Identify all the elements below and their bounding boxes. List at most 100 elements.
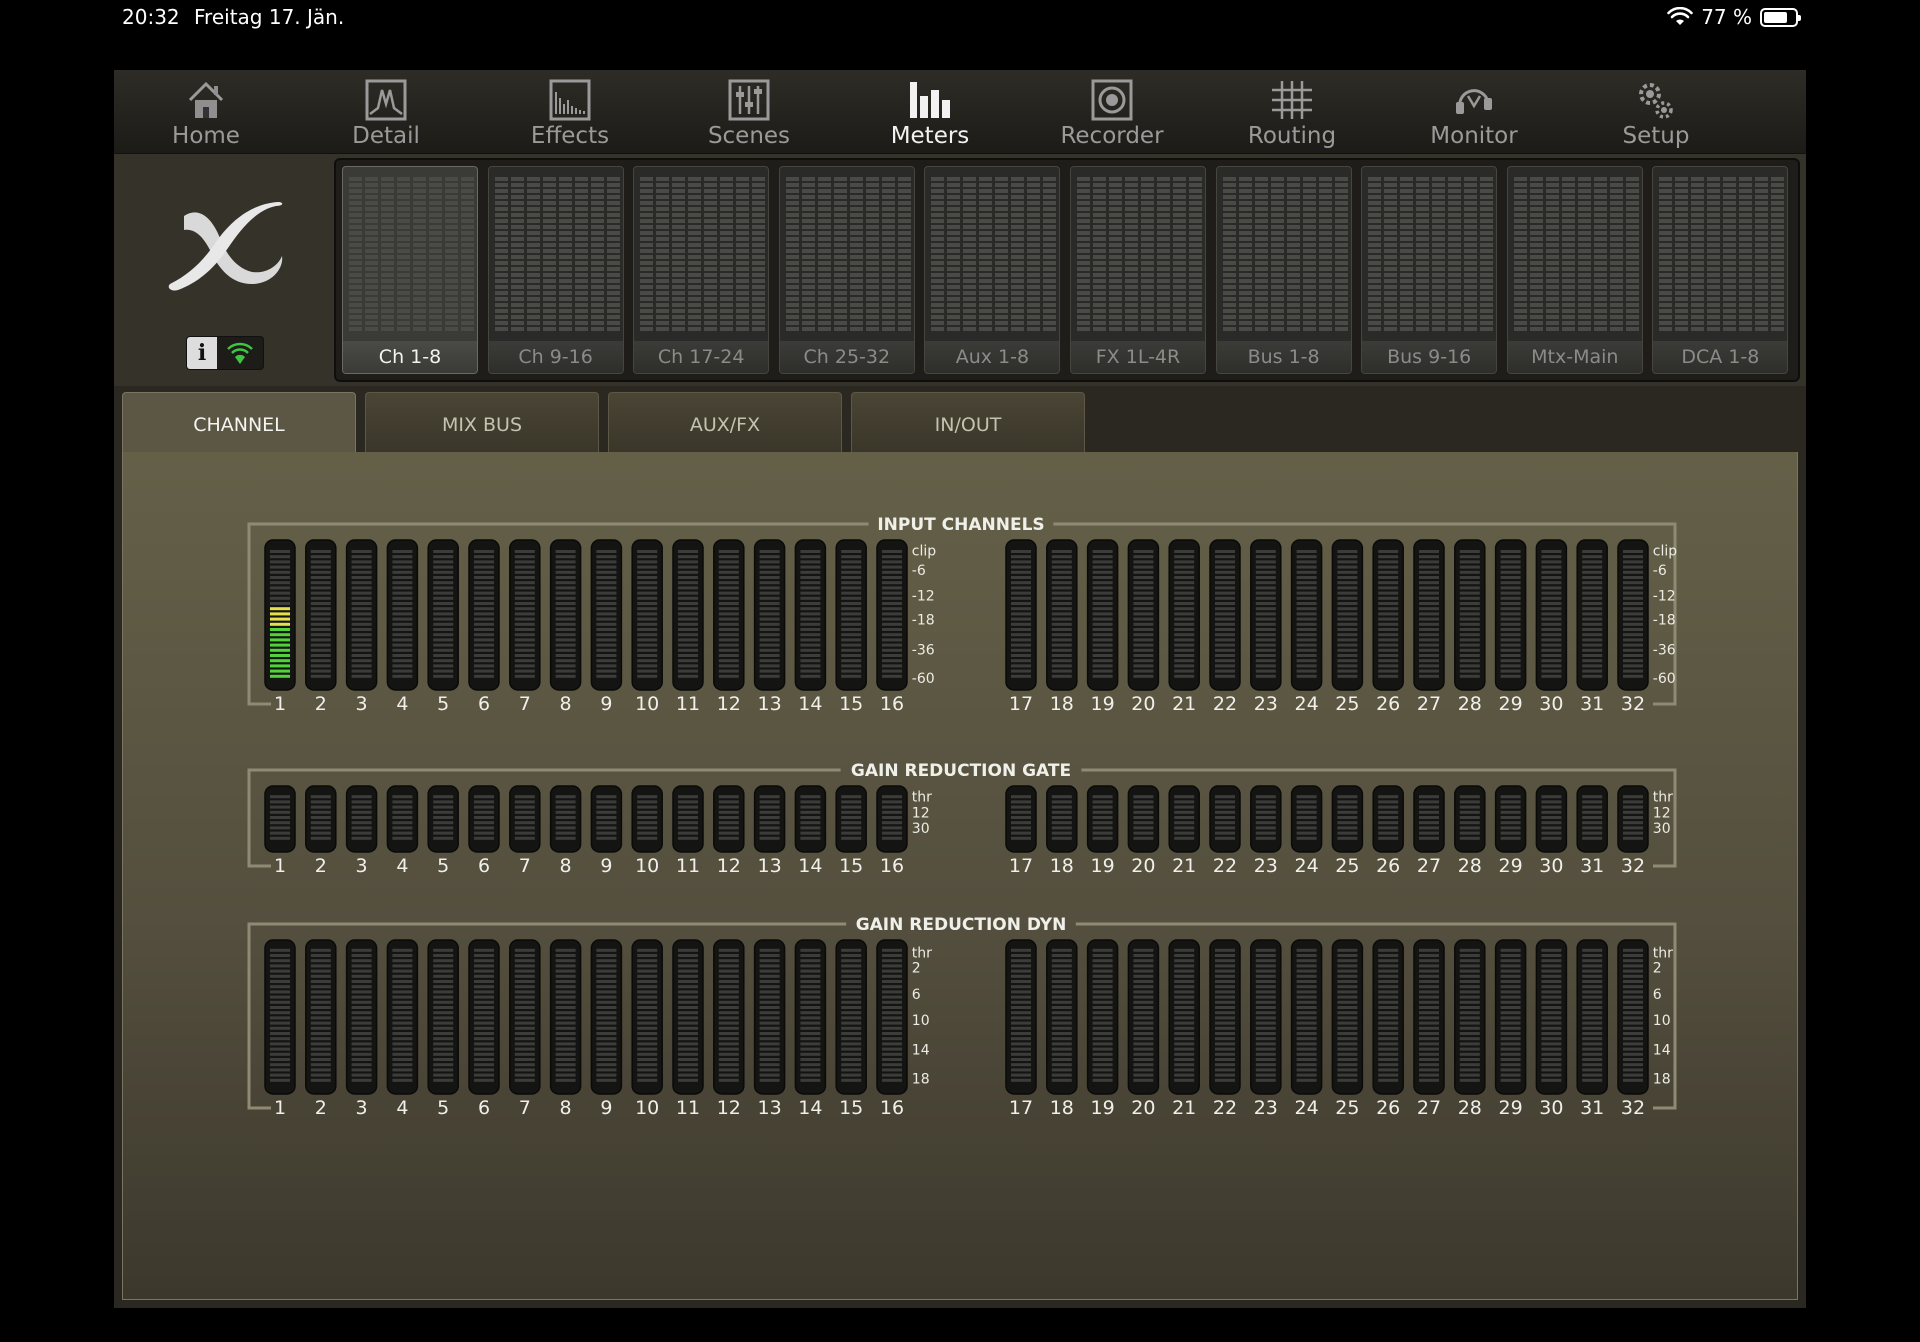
scale-label: thr [1653, 945, 1673, 961]
bank-ch-9-16[interactable]: Ch 9-16 [487, 166, 624, 374]
channel-number: 27 [1417, 693, 1441, 715]
channel-number: 21 [1172, 1097, 1196, 1119]
meter-ch-15 [835, 785, 867, 853]
meter-ch-1 [264, 539, 296, 691]
channel-number: 21 [1172, 693, 1196, 715]
meter-ch-21 [1168, 939, 1200, 1095]
channel-number: 11 [676, 693, 700, 715]
wifi-connection-icon [217, 337, 263, 369]
channel-number: 5 [437, 855, 449, 877]
recorder-icon [1091, 79, 1133, 121]
channel-number: 6 [478, 1097, 490, 1119]
bank-mini-meters [640, 177, 766, 331]
tab-channel[interactable]: CHANNEL [122, 392, 356, 454]
status-time: 20:32 [122, 5, 180, 29]
channel-number: 1 [274, 1097, 286, 1119]
nav-monitor[interactable]: Monitor [1404, 70, 1544, 154]
bank-label: DCA 1-8 [1653, 341, 1788, 373]
meter-ch-9 [590, 785, 623, 853]
meter-ch-13 [753, 939, 786, 1095]
nav-recorder[interactable]: Recorder [1042, 70, 1182, 154]
tab-aux-fx[interactable]: AUX/FX [608, 392, 842, 452]
channel-number: 4 [396, 855, 408, 877]
scale-label: 10 [912, 1013, 930, 1029]
bank-mini-meters [1077, 177, 1202, 331]
bank-mini-meters [349, 177, 474, 331]
channel-number: 32 [1621, 693, 1645, 715]
nav-scenes[interactable]: Scenes [679, 70, 819, 154]
battery-icon [1760, 7, 1801, 27]
channel-number: 13 [758, 855, 782, 877]
channel-number: 16 [880, 1097, 904, 1119]
meter-ch-31 [1576, 785, 1608, 853]
channel-number: 13 [758, 693, 782, 715]
bank-dca-1-8[interactable]: DCA 1-8 [1652, 166, 1789, 374]
setup-icon [1639, 83, 1673, 119]
meter-ch-32 [1617, 939, 1649, 1095]
scale-label: 2 [1653, 961, 1662, 977]
bank-aux-1-8[interactable]: Aux 1-8 [924, 166, 1061, 374]
bank-ch-17-24[interactable]: Ch 17-24 [633, 166, 770, 374]
meter-ch-22 [1209, 939, 1241, 1095]
meter-ch-10 [631, 785, 663, 853]
meter-ch-20 [1127, 539, 1160, 691]
meter-ch-27 [1413, 539, 1445, 691]
bank-fx-1l-4r[interactable]: FX 1L-4R [1070, 166, 1206, 374]
detail-icon [365, 79, 407, 121]
meter-ch-18 [1046, 939, 1078, 1095]
meter-ch-25 [1331, 539, 1364, 691]
nav-label: Setup [1622, 123, 1690, 149]
bank-mini-meters [931, 177, 1057, 331]
channel-number: 14 [798, 693, 822, 715]
meter-ch-3 [345, 785, 378, 853]
channel-number: 22 [1213, 693, 1237, 715]
meter-ch-7 [509, 939, 541, 1095]
bank-bus-1-8[interactable]: Bus 1-8 [1215, 166, 1352, 374]
meter-ch-16 [876, 939, 908, 1095]
bank-ch-1-8[interactable]: Ch 1-8 [342, 166, 478, 374]
scale-label: -6 [1653, 563, 1667, 579]
nav-effects[interactable]: Effects [500, 70, 640, 154]
nav-setup[interactable]: Setup [1586, 70, 1726, 154]
nav-detail[interactable]: Detail [316, 70, 456, 154]
meter-ch-2 [305, 939, 337, 1095]
meter-ch-26 [1372, 539, 1404, 691]
nav-home[interactable]: Home [136, 70, 276, 154]
channel-number: 15 [839, 1097, 863, 1119]
section-title: GAIN REDUCTION GATE [851, 761, 1071, 781]
channel-number: 4 [396, 1097, 408, 1119]
bank-label: Ch 1-8 [343, 341, 477, 373]
bank-bus-9-16[interactable]: Bus 9-16 [1361, 166, 1498, 374]
bank-mtx-main[interactable]: Mtx-Main [1506, 166, 1643, 374]
channel-number: 7 [519, 855, 531, 877]
meter-ch-19 [1086, 539, 1119, 691]
scale-label: 10 [1653, 1013, 1671, 1029]
section-title: GAIN REDUCTION DYN [856, 915, 1067, 935]
info-button[interactable]: i [186, 336, 264, 370]
tab-in-out[interactable]: IN/OUT [851, 392, 1085, 452]
meter-ch-7 [509, 539, 541, 691]
channel-number: 2 [315, 693, 327, 715]
meter-ch-20 [1127, 785, 1160, 853]
effects-icon [549, 79, 591, 121]
meter-ch-16 [876, 785, 908, 853]
channel-number: 22 [1213, 855, 1237, 877]
tab-mix-bus[interactable]: MIX BUS [365, 392, 599, 452]
nav-routing[interactable]: Routing [1222, 70, 1362, 154]
nav-meters[interactable]: Meters [860, 70, 1000, 154]
meter-ch-3 [345, 939, 378, 1095]
scale-label: -12 [912, 589, 935, 605]
channel-number: 30 [1539, 1097, 1563, 1119]
nav-label: Monitor [1430, 123, 1518, 149]
scale-label: -36 [912, 643, 935, 659]
channel-number: 29 [1499, 693, 1523, 715]
channel-number: 12 [717, 1097, 741, 1119]
meter-ch-17 [1005, 539, 1037, 691]
channel-number: 23 [1254, 1097, 1278, 1119]
channel-number: 10 [635, 1097, 659, 1119]
channel-number: 19 [1091, 693, 1115, 715]
channel-number: 2 [315, 1097, 327, 1119]
bank-ch-25-32[interactable]: Ch 25-32 [778, 166, 915, 374]
home-icon [188, 81, 224, 118]
channel-number: 18 [1050, 693, 1074, 715]
